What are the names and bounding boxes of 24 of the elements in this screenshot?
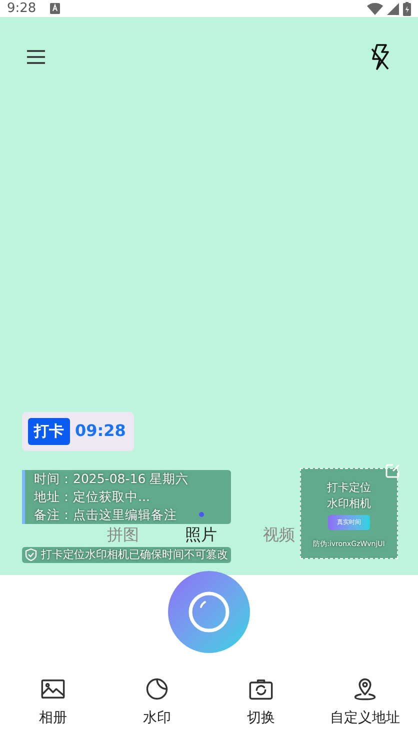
shield-check-icon: [25, 548, 37, 562]
info-line: 时间：2025-08-16 星期六: [34, 470, 189, 488]
signal-icon: [387, 2, 399, 14]
info-line: 地址：定位获取中...: [34, 488, 150, 506]
info-line: 备注：点击这里编辑备注: [34, 506, 177, 524]
clock-time: 09:28: [75, 420, 126, 442]
lens-icon: [188, 591, 230, 633]
stamp-title: 水印相机: [327, 496, 371, 512]
sticker-icon: [144, 676, 170, 702]
status-time: 9:28: [7, 2, 36, 15]
mode-tab[interactable]: 照片: [162, 525, 240, 544]
clock-in-label: 打卡: [28, 418, 70, 444]
menu-icon: [26, 49, 46, 65]
toolbar-button[interactable]: 切换: [220, 676, 302, 729]
toolbar-button[interactable]: 水印: [116, 676, 198, 729]
wifi-icon: [367, 2, 383, 14]
edit-icon[interactable]: [385, 462, 401, 478]
menu-button[interactable]: [26, 49, 46, 65]
stamp-title: 打卡定位: [327, 480, 371, 496]
toolbar-button[interactable]: 自定义地址: [324, 676, 406, 729]
location-pin-icon: [352, 676, 378, 702]
toolbar-button[interactable]: 相册: [12, 676, 94, 729]
guarantee-text: 打卡定位水印相机已确保时间不可篡改: [41, 546, 228, 562]
notification-icon: [50, 3, 60, 14]
